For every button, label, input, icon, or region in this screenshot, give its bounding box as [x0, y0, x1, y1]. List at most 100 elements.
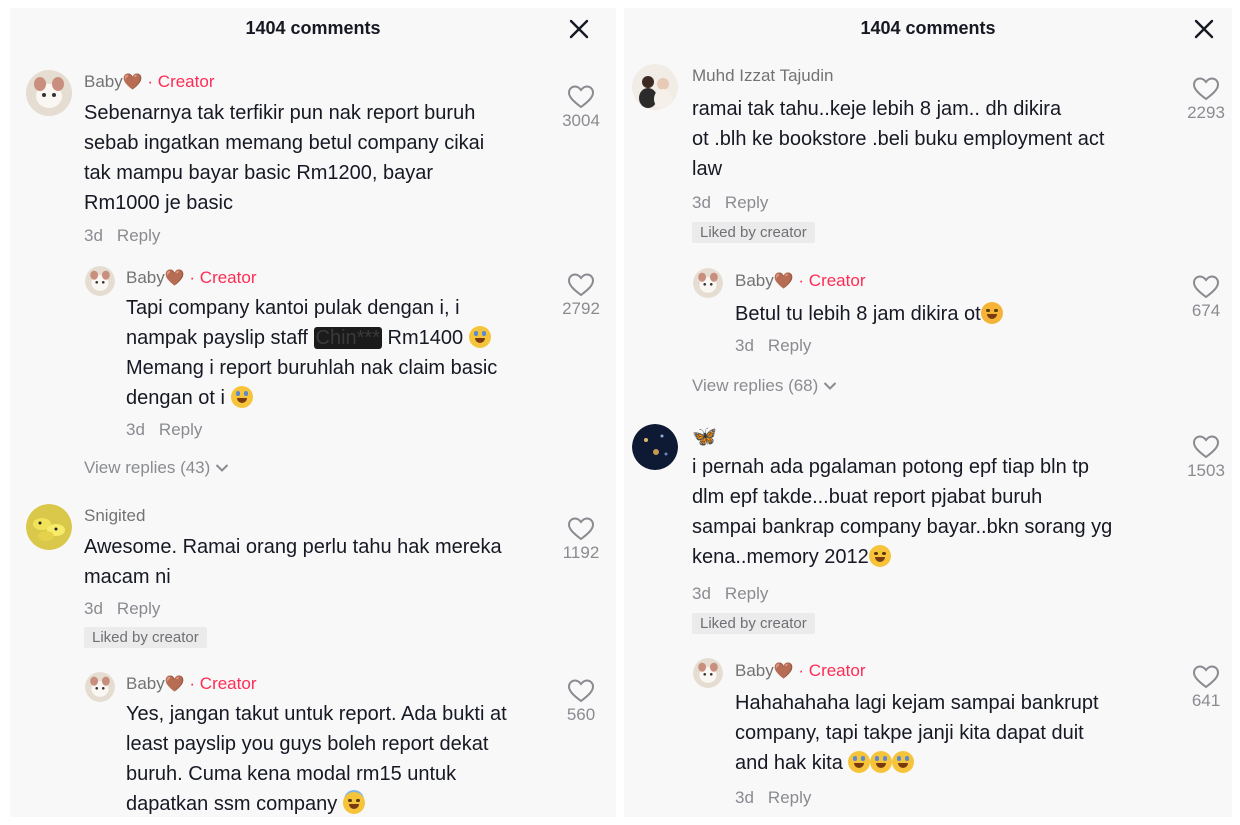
heart-outline-icon [567, 517, 595, 541]
creator-badge: · Creator [798, 271, 866, 290]
comment-line: Memang i report buruhlah nak claim basic [126, 357, 498, 379]
comment-text: Yes, jangan takut untuk report. Ada bukt… [126, 699, 556, 817]
emoji-icon [868, 545, 891, 567]
avatar[interactable] [26, 70, 72, 116]
comment-line-part: dapatkan ssm company [126, 793, 338, 815]
username[interactable]: Muhd Izzat Tajudin [692, 66, 833, 86]
username[interactable]: Baby🤎 · Creator [735, 271, 865, 291]
like-button[interactable]: 2792 [556, 272, 606, 319]
like-button[interactable]: 3004 [556, 84, 606, 131]
comment-age: 3d [735, 336, 754, 355]
comment-text: Sebenarnya tak terfikir pun nak report b… [84, 98, 554, 218]
reply-button[interactable]: Reply [768, 336, 811, 355]
avatar[interactable] [632, 424, 678, 470]
view-replies-label: View replies (68) [692, 376, 819, 395]
comment-text: Betul tu lebih 8 jam dikira ot [735, 299, 1165, 329]
comment-meta: 3d Reply [735, 336, 811, 356]
comment-line: Awesome. Ramai orang perlu tahu hak mere… [84, 536, 502, 558]
like-button[interactable]: 2293 [1181, 76, 1231, 123]
comment-line: sebab ingatkan memang betul company cika… [84, 132, 485, 154]
like-button[interactable]: 560 [556, 678, 606, 725]
heart-outline-icon [567, 273, 595, 297]
reply-button[interactable]: Reply [768, 788, 811, 807]
emoji-icon [230, 386, 253, 408]
username[interactable]: Baby🤎 · Creator [126, 268, 256, 288]
comments-panel-right: 1404 comments Muhd Izzat Tajudin ramai t… [624, 8, 1232, 817]
like-button[interactable]: 1503 [1181, 434, 1231, 481]
comment-age: 3d [126, 420, 145, 439]
liked-by-creator-badge: Liked by creator [692, 613, 815, 634]
like-button[interactable]: 641 [1181, 664, 1231, 711]
comment-meta: 3d Reply [84, 226, 160, 246]
comment-line: kena..memory 2012 [692, 542, 1172, 572]
username-text: Baby [126, 268, 165, 287]
comment-meta: 3d Reply [735, 788, 811, 808]
creator-badge: · Creator [147, 72, 215, 91]
emoji-icon [870, 751, 893, 773]
username[interactable]: 🦋 [692, 424, 717, 449]
brown-heart-icon: 🤎 [164, 676, 185, 693]
brown-heart-icon: 🤎 [773, 663, 794, 680]
comment-line-part: dengan ot i [126, 387, 225, 409]
comment-text: Awesome. Ramai orang perlu tahu hak mere… [84, 532, 554, 592]
comment-age: 3d [735, 788, 754, 807]
comment-line: ot .blh ke bookstore .beli buku employme… [692, 128, 1105, 150]
comment-line: Rm1000 je basic [84, 192, 233, 214]
username[interactable]: Baby🤎 · Creator [84, 72, 214, 92]
reply-button[interactable]: Reply [159, 420, 202, 439]
comment-line: Hahahahaha lagi kejam sampai bankrupt [735, 692, 1099, 714]
like-count: 3004 [562, 111, 600, 130]
reply-button[interactable]: Reply [117, 226, 160, 245]
comment-line: Betul tu lebih 8 jam dikira ot [735, 299, 1165, 329]
comment-text: i pernah ada pgalaman potong epf tiap bl… [692, 452, 1172, 572]
like-count: 560 [566, 705, 596, 724]
like-button[interactable]: 674 [1181, 274, 1231, 321]
close-icon[interactable] [568, 18, 590, 40]
comment-line: law [692, 158, 723, 180]
comment-line: ramai tak tahu..keje lebih 8 jam.. dh di… [692, 98, 1062, 120]
comment-line: buruh. Cuma kena modal rm15 untuk [126, 763, 457, 785]
comment-line: Yes, jangan takut untuk report. Ada bukt… [126, 703, 507, 725]
comment-text: Tapi company kantoi pulak dengan i, i na… [126, 293, 556, 413]
like-button[interactable]: 1192 [556, 516, 606, 563]
avatar[interactable] [85, 672, 115, 702]
view-replies-button[interactable]: View replies (43) [84, 458, 229, 478]
avatar[interactable] [26, 504, 72, 550]
avatar[interactable] [693, 658, 723, 688]
chevron-down-icon [823, 382, 837, 390]
comment-line: Sebenarnya tak terfikir pun nak report b… [84, 102, 476, 124]
butterfly-icon: 🦋 [692, 426, 717, 448]
comment-text: Hahahahaha lagi kejam sampai bankrupt co… [735, 688, 1175, 778]
comment-text: ramai tak tahu..keje lebih 8 jam.. dh di… [692, 94, 1172, 184]
chevron-down-icon [215, 464, 229, 472]
comment-meta: 3d Reply [126, 420, 202, 440]
comment-age: 3d [692, 193, 711, 212]
avatar[interactable] [632, 64, 678, 110]
liked-by-creator-badge: Liked by creator [692, 222, 815, 243]
heart-outline-icon [567, 85, 595, 109]
close-icon[interactable] [1193, 18, 1215, 40]
brown-heart-icon: 🤎 [122, 74, 143, 91]
view-replies-button[interactable]: View replies (68) [692, 376, 837, 396]
comment-line: dlm epf takde...buat report pjabat buruh [692, 486, 1043, 508]
like-count: 674 [1191, 301, 1221, 320]
heart-outline-icon [1192, 275, 1220, 299]
comment-line: least payslip you guys boleh report deka… [126, 733, 489, 755]
username-text: Baby [735, 271, 774, 290]
brown-heart-icon: 🤎 [164, 270, 185, 287]
comments-count-title: 1404 comments [245, 18, 381, 38]
reply-button[interactable]: Reply [725, 193, 768, 212]
username[interactable]: Snigited [84, 506, 145, 526]
avatar[interactable] [85, 266, 115, 296]
username[interactable]: Baby🤎 · Creator [126, 674, 256, 694]
avatar[interactable] [693, 268, 723, 298]
username[interactable]: Baby🤎 · Creator [735, 661, 865, 681]
like-count: 641 [1191, 691, 1221, 710]
view-replies-label: View replies (43) [84, 458, 211, 477]
like-count: 2293 [1187, 103, 1225, 122]
comment-line: and hak kita [735, 748, 1175, 778]
comment-line: macam ni [84, 566, 171, 588]
reply-button[interactable]: Reply [725, 584, 768, 603]
creator-badge: · Creator [189, 268, 257, 287]
reply-button[interactable]: Reply [117, 599, 160, 618]
